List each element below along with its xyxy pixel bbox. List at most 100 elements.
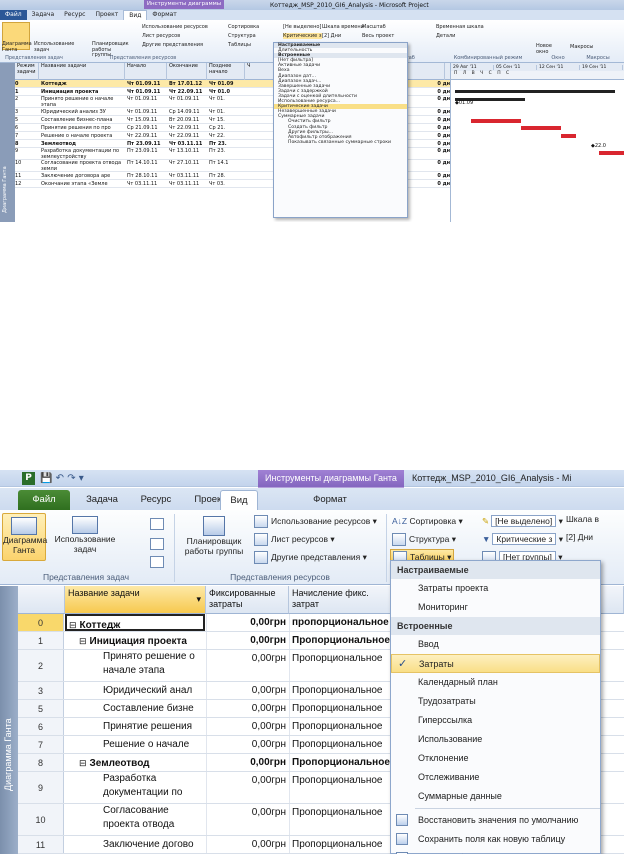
menu-item-action[interactable]: Восстановить значения по умолчанию: [391, 811, 600, 830]
collapse-icon[interactable]: ⊟: [69, 620, 77, 629]
accrual-cell[interactable]: Пропорциональное: [289, 836, 399, 853]
header-task-name[interactable]: Название задачи ▾: [65, 586, 206, 614]
header-accrual[interactable]: Начисление фикс. затрат: [289, 586, 400, 614]
top-tables[interactable]: Таблицы: [228, 42, 251, 48]
top-tab-0[interactable]: Файл: [0, 10, 27, 20]
fixed-cost-cell[interactable]: 0,00грн: [206, 836, 288, 853]
top-timescale[interactable]: Шкала времени: [322, 24, 364, 30]
task-name-cell[interactable]: Составление бизне: [65, 700, 205, 717]
fixed-cost-cell[interactable]: 0,00грн: [206, 632, 288, 649]
accrual-cell[interactable]: Пропорциональное: [289, 736, 399, 753]
collapse-icon[interactable]: ⊟: [79, 636, 87, 646]
task-name-cell[interactable]: Принято решение о начале этапа: [65, 650, 205, 681]
menu-item-table[interactable]: Отслеживание: [391, 768, 600, 787]
fixed-cost-cell[interactable]: 0,00грн: [206, 718, 288, 735]
top-col-header[interactable]: Режим задачи: [15, 62, 39, 80]
team-planner-button[interactable]: Планировщик работы группы: [176, 513, 252, 561]
top-tab-5[interactable]: Формат: [147, 10, 181, 20]
tab-view[interactable]: Вид: [220, 490, 258, 510]
menu-item-table[interactable]: ✓ Затраты: [391, 654, 600, 673]
top-col-header[interactable]: Позднее начало: [207, 62, 245, 80]
task-name-cell[interactable]: Принятие решения: [65, 718, 205, 735]
menu-item-custom[interactable]: Мониторинг: [391, 598, 600, 617]
accrual-cell[interactable]: Пропорциональное: [289, 650, 399, 681]
tab-file[interactable]: Файл: [18, 490, 70, 510]
menu-item-action[interactable]: Сохранить поля как новую таблицу: [391, 830, 600, 849]
top-menu-action-item[interactable]: Показывать связанные суммарные строки: [274, 140, 407, 145]
task-name-cell[interactable]: Заключение догово: [65, 836, 205, 853]
task-name-cell[interactable]: Согласование проекта отвода: [65, 804, 205, 835]
top-zoom[interactable]: Масштаб: [362, 24, 386, 30]
top-filter[interactable]: Критические з: [283, 33, 322, 39]
accrual-cell[interactable]: Пропорциональное: [289, 772, 399, 803]
accrual-cell[interactable]: Пропорциональное: [289, 754, 399, 771]
top-days[interactable]: [2] Дни: [322, 33, 341, 39]
tab-task[interactable]: Задача: [76, 490, 128, 510]
fixed-cost-cell[interactable]: 0,00грн: [206, 614, 288, 631]
timescale-days[interactable]: [2] Дни: [566, 532, 593, 542]
accrual-cell[interactable]: Пропорциональное: [289, 804, 399, 835]
top-new-window[interactable]: Новое окно: [536, 43, 556, 55]
menu-item-table[interactable]: Ввод: [391, 635, 600, 654]
menu-item-table[interactable]: Суммарные данные: [391, 787, 600, 806]
top-col-header[interactable]: Название задачи: [39, 62, 125, 80]
header-fixed-cost[interactable]: Фиксированные затраты: [206, 586, 289, 614]
structure-button[interactable]: Структура ▾: [392, 532, 456, 546]
accrual-cell[interactable]: Пропорциональное: [289, 682, 399, 699]
top-macros[interactable]: Макросы: [570, 44, 593, 50]
top-col-header[interactable]: Окончание: [167, 62, 207, 80]
top-other-views[interactable]: Другие представления: [142, 42, 203, 48]
fixed-cost-cell[interactable]: 0,00грн: [206, 754, 288, 771]
top-sort[interactable]: Сортировка: [228, 24, 259, 30]
top-structure[interactable]: Структура: [228, 33, 256, 39]
menu-item-table[interactable]: Использование: [391, 730, 600, 749]
accrual-cell[interactable]: Пропорциональное: [289, 718, 399, 735]
task-name-cell[interactable]: Решение о начале: [65, 736, 205, 753]
task-name-cell[interactable]: ⊟ Инициация проекта: [65, 632, 205, 649]
menu-item-table[interactable]: Гиперссылка: [391, 711, 600, 730]
task-name-cell[interactable]: ⊟ Землеотвод: [65, 754, 205, 771]
menu-item-action[interactable]: Другие таблицы...: [391, 849, 600, 854]
top-tab-4[interactable]: Вид: [123, 10, 148, 20]
task-name-cell[interactable]: Юридический анал: [65, 682, 205, 699]
view-dropdown-3-icon[interactable]: [150, 556, 164, 568]
top-whole-project[interactable]: Весь проект: [362, 33, 394, 39]
top-tab-3[interactable]: Проект: [90, 10, 123, 20]
top-tab-1[interactable]: Задача: [27, 10, 60, 20]
top-highlight[interactable]: [Не выделено]: [283, 24, 321, 30]
top-col-header[interactable]: Начало: [125, 62, 167, 80]
other-views-button[interactable]: Другие представления ▾: [254, 550, 367, 564]
fixed-cost-cell[interactable]: 0,00грн: [206, 772, 288, 803]
resource-usage-button[interactable]: Использование ресурсов ▾: [254, 514, 377, 528]
collapse-icon[interactable]: ⊟: [79, 758, 87, 768]
view-dropdown-1-icon[interactable]: [150, 518, 164, 530]
tab-format[interactable]: Формат: [300, 490, 360, 510]
fixed-cost-cell[interactable]: 0,00грн: [206, 682, 288, 699]
header-id[interactable]: [18, 586, 65, 614]
highlight-dropdown[interactable]: ✎ [Не выделено] ▾: [482, 514, 563, 528]
task-name-cell[interactable]: ⊟ Коттедж: [65, 614, 205, 631]
menu-item-table[interactable]: Календарный план: [391, 673, 600, 692]
top-tab-2[interactable]: Ресурс: [59, 10, 90, 20]
menu-item-table[interactable]: Трудозатраты: [391, 692, 600, 711]
filter-dropdown[interactable]: ▼ Критические з ▾: [482, 532, 563, 546]
menu-item-custom[interactable]: Затраты проекта: [391, 579, 600, 598]
top-timeline[interactable]: Временная шкала: [436, 24, 484, 30]
task-usage-button[interactable]: Использование задач: [50, 513, 120, 561]
tab-resource[interactable]: Ресурс: [128, 490, 184, 510]
top-res-usage[interactable]: Использование ресурсов: [142, 24, 208, 30]
top-res-sheet[interactable]: Лист ресурсов: [142, 33, 180, 39]
accrual-cell[interactable]: Пропорциональное: [289, 700, 399, 717]
accrual-cell[interactable]: пропорциональное: [289, 614, 399, 631]
timescale-label[interactable]: Шкала в: [566, 514, 599, 524]
task-name-cell[interactable]: Разработка документации по: [65, 772, 205, 803]
fixed-cost-cell[interactable]: 0,00грн: [206, 736, 288, 753]
top-details[interactable]: Детали: [436, 33, 455, 39]
sort-button[interactable]: A↓Z Сортировка ▾: [392, 514, 463, 528]
accrual-cell[interactable]: Пропорциональное: [289, 632, 399, 649]
gantt-chart-button[interactable]: Диаграмма Ганта: [2, 513, 47, 561]
fixed-cost-cell[interactable]: 0,00грн: [206, 804, 288, 835]
view-dropdown-2-icon[interactable]: [150, 538, 164, 550]
resource-sheet-button[interactable]: Лист ресурсов ▾: [254, 532, 335, 546]
fixed-cost-cell[interactable]: 0,00грн: [206, 650, 288, 681]
